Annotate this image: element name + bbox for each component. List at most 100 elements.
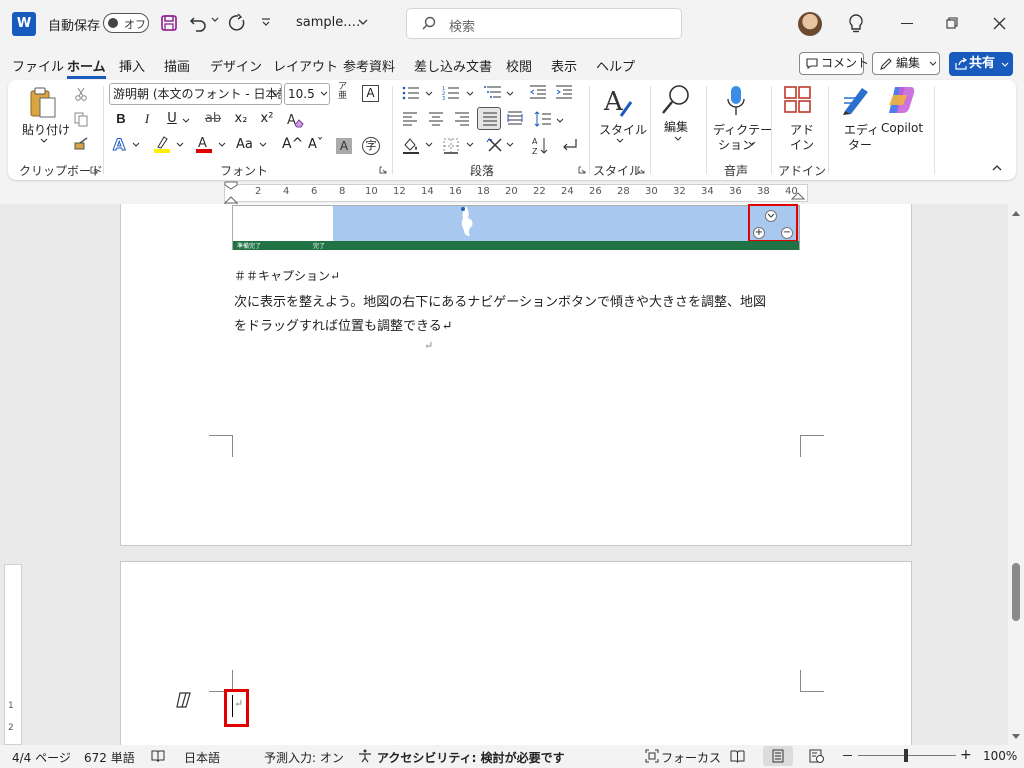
enclose-characters-icon[interactable]: 字 — [362, 137, 380, 155]
superscript-button[interactable]: x² — [258, 111, 276, 126]
print-layout-button[interactable] — [763, 746, 793, 766]
zoom-in-button[interactable]: + — [960, 747, 972, 763]
scroll-down-icon[interactable] — [1011, 733, 1021, 741]
restore-icon[interactable] — [946, 17, 958, 29]
zoom-level[interactable]: 100% — [983, 749, 1017, 763]
chevron-down-icon[interactable] — [40, 138, 48, 144]
search-box[interactable]: 検索 — [406, 8, 682, 39]
cut-icon[interactable] — [74, 87, 88, 101]
subscript-button[interactable]: x₂ — [232, 111, 250, 126]
font-color-icon[interactable]: A — [195, 135, 213, 153]
chevron-down-icon[interactable] — [616, 138, 624, 144]
read-mode-icon[interactable] — [730, 749, 745, 763]
redo-icon[interactable] — [227, 13, 247, 33]
chevron-down-icon[interactable] — [506, 91, 514, 97]
dialog-launcher-icon[interactable] — [379, 166, 387, 174]
tab-file[interactable]: ファイル — [12, 56, 64, 75]
copilot-icon[interactable] — [885, 85, 917, 115]
chevron-down-icon[interactable] — [425, 91, 433, 97]
dialog-launcher-icon[interactable] — [578, 166, 586, 174]
phonetic-guide-icon[interactable]: ア亜 — [338, 83, 347, 101]
tab-review[interactable]: 校閲 — [506, 56, 532, 75]
chevron-down-icon[interactable] — [176, 142, 184, 148]
accessibility-status[interactable]: アクセシビリティ: 検討が必要です — [377, 749, 565, 766]
undo-dropdown-icon[interactable] — [211, 16, 219, 24]
body-paragraph-line-1[interactable]: 次に表示を整えよう。地図の右下にあるナビゲーションボタンで傾きや大きさを調整、地… — [234, 291, 766, 310]
italic-button[interactable]: I — [138, 111, 156, 127]
page-4[interactable]: + − 準備完了 完了 ＃＃キャプション↵ 次に表示を整えよう。地図の右下にある… — [120, 204, 912, 546]
chevron-down-icon[interactable] — [506, 142, 514, 148]
customize-qat-icon[interactable] — [261, 18, 271, 28]
text-effects-icon[interactable]: A — [112, 136, 130, 153]
tab-mailings[interactable]: 差し込み文書 — [414, 56, 492, 75]
clear-formatting-icon[interactable]: A — [286, 111, 304, 128]
change-case-button[interactable]: Aa — [236, 137, 253, 152]
bullets-icon[interactable] — [402, 86, 420, 100]
close-icon[interactable] — [993, 17, 1006, 30]
highlight-icon[interactable] — [153, 135, 173, 153]
vertical-scrollbar[interactable] — [1008, 204, 1024, 745]
chevron-down-icon[interactable] — [748, 141, 756, 147]
shrink-font-button[interactable]: Aˇ — [308, 137, 323, 152]
chevron-down-icon[interactable] — [272, 91, 280, 97]
document-area[interactable]: 1 2 + − 準備完了 完了 ＃＃キャプション↵ 次に表示を整えよう。地図の右… — [0, 204, 1008, 745]
empty-paragraph-mark[interactable]: ↵ — [424, 339, 433, 352]
chevron-down-icon[interactable] — [556, 118, 564, 124]
numbering-icon[interactable]: 123 — [442, 85, 460, 100]
word-app-icon[interactable]: W — [12, 12, 36, 36]
save-icon[interactable] — [160, 14, 178, 32]
tab-draw[interactable]: 描画 — [164, 56, 190, 75]
text-prediction-status[interactable]: 予測入力: オン — [264, 749, 344, 766]
filename-chevron-icon[interactable] — [358, 19, 368, 27]
chevron-down-icon[interactable] — [466, 91, 474, 97]
minimize-icon[interactable] — [901, 23, 913, 24]
vertical-ruler[interactable] — [4, 564, 22, 745]
asian-layout-icon[interactable] — [486, 137, 504, 154]
styles-button[interactable]: スタイル — [599, 121, 647, 138]
editor-label-2[interactable]: ター — [848, 136, 872, 153]
page5-paragraph-mark[interactable]: ↵ — [234, 697, 243, 710]
justify-button[interactable] — [477, 107, 501, 130]
copilot-label[interactable]: Copilot — [881, 121, 923, 135]
filename[interactable]: sample.… — [296, 15, 360, 30]
caption-text[interactable]: ＃＃キャプション↵ — [234, 267, 340, 284]
tab-layout[interactable]: レイアウト — [273, 56, 338, 75]
accessibility-icon[interactable] — [358, 749, 372, 763]
chevron-down-icon[interactable] — [466, 142, 474, 148]
word-count[interactable]: 672 単語 — [84, 749, 135, 766]
map-image[interactable]: + − 準備完了 完了 — [232, 204, 800, 250]
zoom-in-icon[interactable]: + — [753, 227, 765, 239]
share-button[interactable]: 共有 — [949, 52, 1013, 76]
body-paragraph-line-2[interactable]: をドラッグすれば位置も調整できる↵ — [234, 315, 453, 334]
zoom-out-icon[interactable]: − — [781, 227, 793, 239]
focus-icon[interactable] — [645, 749, 659, 763]
tab-design[interactable]: デザイン — [210, 56, 262, 75]
copy-icon[interactable] — [74, 112, 88, 127]
chevron-down-icon[interactable] — [425, 142, 433, 148]
scroll-up-icon[interactable] — [1011, 209, 1021, 217]
align-left-icon[interactable] — [402, 112, 418, 126]
chevron-down-icon[interactable] — [320, 91, 328, 97]
chevron-down-icon[interactable] — [674, 136, 682, 142]
multilevel-list-icon[interactable] — [484, 85, 502, 100]
show-formatting-icon[interactable] — [560, 137, 578, 154]
addins-label-2[interactable]: イン — [790, 136, 814, 153]
underline-button[interactable]: U — [163, 111, 181, 126]
dialog-launcher-icon[interactable] — [637, 166, 645, 174]
copilot-inline-icon[interactable] — [175, 692, 193, 708]
grow-font-button[interactable]: A^ — [282, 136, 303, 152]
character-border-icon[interactable]: A — [362, 85, 379, 102]
tab-help[interactable]: ヘルプ — [596, 56, 635, 75]
focus-label[interactable]: フォーカス — [661, 749, 721, 766]
microphone-icon[interactable] — [726, 85, 746, 117]
find-icon[interactable] — [660, 83, 692, 117]
format-painter-icon[interactable] — [74, 137, 90, 151]
font-name-dropdown[interactable]: 游明朝 (本文のフォント - 日本語) — [109, 83, 282, 105]
web-layout-icon[interactable] — [809, 749, 824, 763]
undo-icon[interactable] — [188, 13, 208, 33]
tilt-down-icon[interactable] — [765, 210, 777, 222]
tab-home[interactable]: ホーム — [67, 56, 106, 79]
chevron-down-icon[interactable] — [218, 142, 226, 148]
page-5[interactable]: ↵ — [120, 561, 912, 745]
line-spacing-icon[interactable] — [534, 111, 552, 127]
